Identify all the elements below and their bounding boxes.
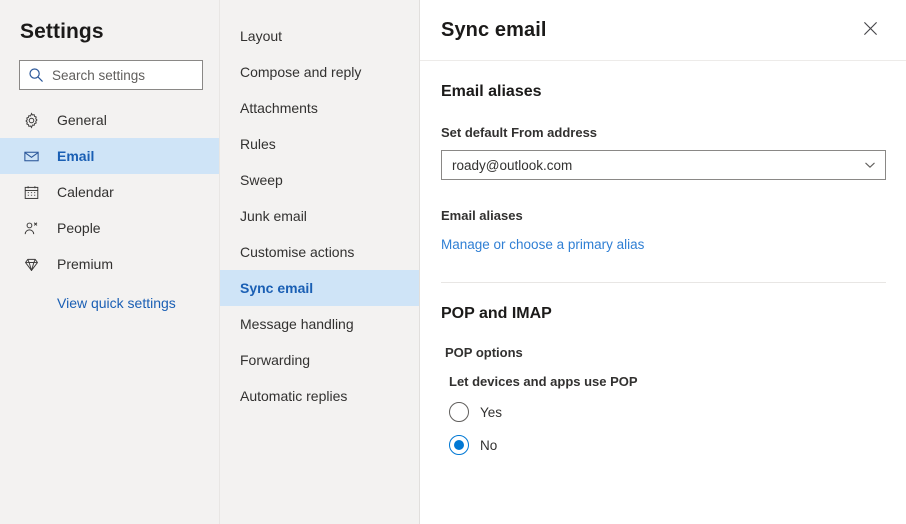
sidebar-item-label: Email xyxy=(57,148,95,165)
pop-options-label: POP options xyxy=(445,345,523,360)
settings-sidebar: Settings General xyxy=(0,0,220,524)
radio-option-no[interactable]: No xyxy=(441,435,886,455)
sync-email-panel: Sync email Email aliases Set default Fro… xyxy=(420,0,906,524)
sidebar-item-premium[interactable]: Premium xyxy=(0,246,219,282)
pop-question-label: Let devices and apps use POP xyxy=(449,374,638,389)
sidebar-item-label: General xyxy=(57,112,107,129)
search-settings-box[interactable] xyxy=(19,60,203,91)
search-icon xyxy=(28,67,44,83)
sidebar-item-label: Calendar xyxy=(57,184,114,201)
radio-yes-label: Yes xyxy=(480,404,503,420)
nav-item-sweep[interactable]: Sweep xyxy=(220,162,419,198)
section-divider xyxy=(441,282,886,283)
radio-option-yes[interactable]: Yes xyxy=(441,402,886,422)
email-aliases-heading: Email aliases xyxy=(441,83,542,100)
manage-primary-alias-link[interactable]: Manage or choose a primary alias xyxy=(441,237,644,252)
email-settings-nav: Layout Compose and reply Attachments Rul… xyxy=(220,0,420,524)
view-quick-settings-link[interactable]: View quick settings xyxy=(0,295,219,311)
chevron-down-icon xyxy=(864,159,876,171)
nav-item-junk-email[interactable]: Junk email xyxy=(220,198,419,234)
sidebar-item-calendar[interactable]: Calendar xyxy=(0,174,219,210)
diamond-icon xyxy=(22,255,40,273)
panel-header: Sync email xyxy=(420,0,906,61)
nav-item-message-handling[interactable]: Message handling xyxy=(220,306,419,342)
default-from-address-value: roady@outlook.com xyxy=(452,157,573,173)
nav-item-sync-email[interactable]: Sync email xyxy=(220,270,419,306)
panel-title: Sync email xyxy=(441,18,547,41)
radio-no-indicator[interactable] xyxy=(449,435,469,455)
search-input[interactable] xyxy=(52,67,194,83)
nav-item-compose-and-reply[interactable]: Compose and reply xyxy=(220,54,419,90)
radio-yes-indicator[interactable] xyxy=(449,402,469,422)
nav-item-attachments[interactable]: Attachments xyxy=(220,90,419,126)
sidebar-item-label: Premium xyxy=(57,256,114,273)
close-icon xyxy=(863,21,878,39)
panel-body: Email aliases Set default From address r… xyxy=(420,83,906,455)
sidebar-nav-list: General Email Calendar People Premium xyxy=(0,102,219,282)
default-from-address-label: Set default From address xyxy=(441,125,598,140)
nav-item-rules[interactable]: Rules xyxy=(220,126,419,162)
envelope-icon xyxy=(22,147,40,165)
sidebar-item-people[interactable]: People xyxy=(0,210,219,246)
sidebar-item-label: People xyxy=(57,220,101,237)
gear-icon xyxy=(22,111,40,129)
close-button[interactable] xyxy=(854,14,886,46)
email-aliases-sub-label: Email aliases xyxy=(441,208,523,223)
nav-item-automatic-replies[interactable]: Automatic replies xyxy=(220,378,419,414)
radio-no-label: No xyxy=(480,437,498,453)
page-title: Settings xyxy=(20,20,104,43)
people-icon xyxy=(22,219,40,237)
sidebar-item-general[interactable]: General xyxy=(0,102,219,138)
pop-and-imap-heading: POP and IMAP xyxy=(441,305,552,322)
calendar-icon xyxy=(22,183,40,201)
default-from-address-select[interactable]: roady@outlook.com xyxy=(441,150,886,180)
nav-item-forwarding[interactable]: Forwarding xyxy=(220,342,419,378)
sidebar-item-email[interactable]: Email xyxy=(0,138,219,175)
nav-item-customise-actions[interactable]: Customise actions xyxy=(220,234,419,270)
nav-item-layout[interactable]: Layout xyxy=(220,18,419,54)
settings-window: Settings General xyxy=(0,0,906,524)
